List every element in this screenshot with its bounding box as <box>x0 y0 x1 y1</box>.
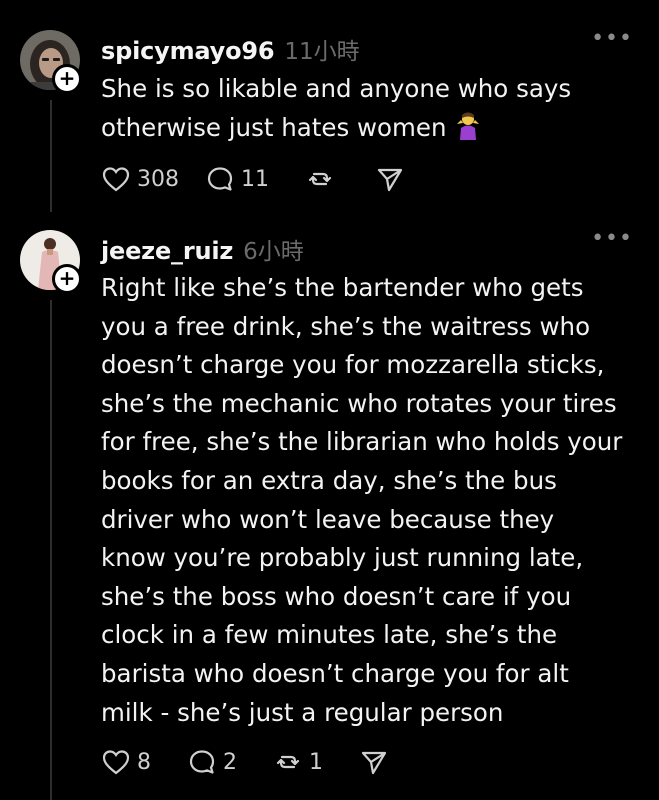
post-actions: 308 11 <box>101 165 405 193</box>
comment-icon <box>189 750 215 774</box>
post: + jeeze_ruiz 6小時 ••• Right like she’s th… <box>0 228 659 800</box>
like-count: 308 <box>137 166 179 192</box>
timestamp: 11小時 <box>284 39 360 65</box>
username[interactable]: spicymayo96 <box>101 37 275 65</box>
follow-plus-icon[interactable]: + <box>52 64 82 94</box>
reply-count: 2 <box>223 749 237 775</box>
like-button[interactable]: 8 <box>101 748 151 776</box>
more-horizontal-icon[interactable]: ••• <box>591 228 633 250</box>
comment-icon <box>207 167 233 191</box>
like-count: 8 <box>137 749 151 775</box>
heart-icon <box>102 750 130 775</box>
share-button[interactable] <box>359 748 389 776</box>
post-actions: 8 2 1 <box>101 748 389 776</box>
avatar-container[interactable]: + <box>20 230 82 294</box>
like-button[interactable]: 308 <box>101 165 179 193</box>
timestamp: 6小時 <box>243 239 304 265</box>
send-icon <box>377 168 403 192</box>
repost-count: 1 <box>309 749 323 775</box>
post: + spicymayo96 11小時 ••• She is so likable… <box>0 28 659 210</box>
reply-count: 11 <box>241 166 269 192</box>
repost-icon <box>308 172 332 186</box>
send-icon <box>361 751 387 775</box>
reply-button[interactable]: 2 <box>187 748 237 776</box>
heart-icon <box>102 167 130 192</box>
post-text: She is so likable and anyone who says ot… <box>101 74 572 142</box>
repost-button[interactable] <box>305 165 335 193</box>
username[interactable]: jeeze_ruiz <box>101 237 233 265</box>
avatar-container[interactable]: + <box>20 30 82 94</box>
repost-icon <box>276 755 300 769</box>
share-button[interactable] <box>375 165 405 193</box>
person-shrugging-emoji <box>453 110 483 152</box>
follow-plus-icon[interactable]: + <box>52 264 82 294</box>
more-horizontal-icon[interactable]: ••• <box>591 28 633 50</box>
reply-button[interactable]: 11 <box>205 165 269 193</box>
post-text-container: She is so likable and anyone who says ot… <box>101 70 641 151</box>
repost-button[interactable]: 1 <box>273 748 323 776</box>
post-text: Right like she’s the bartender who gets … <box>101 273 623 727</box>
